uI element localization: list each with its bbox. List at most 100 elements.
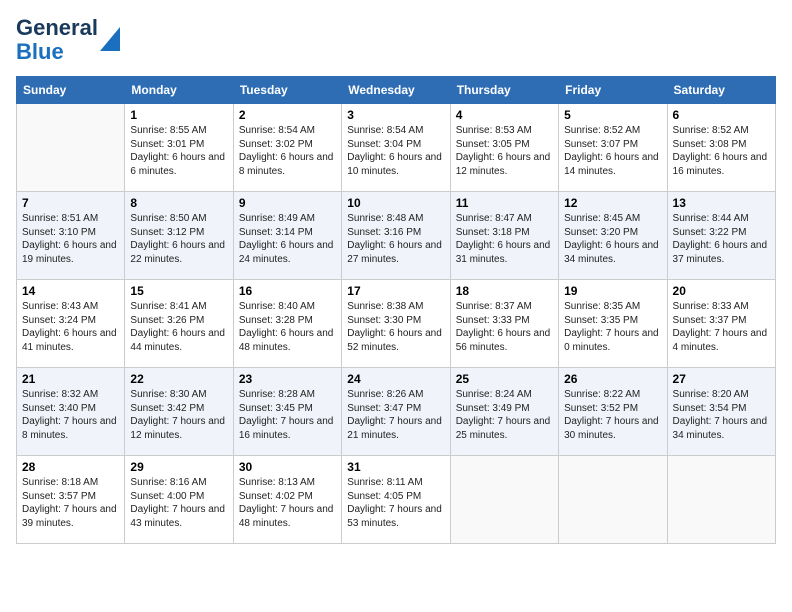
calendar-cell: 10 Sunrise: 8:48 AM Sunset: 3:16 PM Dayl…	[342, 192, 450, 280]
calendar-cell: 13 Sunrise: 8:44 AM Sunset: 3:22 PM Dayl…	[667, 192, 775, 280]
sunrise-label: Sunrise: 8:47 AM	[456, 213, 532, 224]
sunrise-label: Sunrise: 8:16 AM	[130, 477, 206, 488]
daylight-label: Daylight: 7 hours and 12 minutes.	[130, 416, 225, 441]
sunrise-label: Sunrise: 8:32 AM	[22, 389, 98, 400]
calendar-cell: 11 Sunrise: 8:47 AM Sunset: 3:18 PM Dayl…	[450, 192, 558, 280]
sunset-label: Sunset: 3:57 PM	[22, 491, 96, 502]
sunrise-label: Sunrise: 8:30 AM	[130, 389, 206, 400]
calendar-cell: 19 Sunrise: 8:35 AM Sunset: 3:35 PM Dayl…	[559, 280, 667, 368]
calendar-cell: 27 Sunrise: 8:20 AM Sunset: 3:54 PM Dayl…	[667, 368, 775, 456]
calendar-week-row: 21 Sunrise: 8:32 AM Sunset: 3:40 PM Dayl…	[17, 368, 776, 456]
day-info: Sunrise: 8:50 AM Sunset: 3:12 PM Dayligh…	[130, 212, 227, 266]
day-info: Sunrise: 8:18 AM Sunset: 3:57 PM Dayligh…	[22, 476, 119, 530]
calendar-cell: 23 Sunrise: 8:28 AM Sunset: 3:45 PM Dayl…	[233, 368, 341, 456]
sunrise-label: Sunrise: 8:53 AM	[456, 125, 532, 136]
daylight-label: Daylight: 7 hours and 4 minutes.	[673, 328, 768, 353]
calendar-cell: 17 Sunrise: 8:38 AM Sunset: 3:30 PM Dayl…	[342, 280, 450, 368]
day-number: 9	[239, 196, 336, 210]
calendar-cell	[559, 456, 667, 544]
day-info: Sunrise: 8:24 AM Sunset: 3:49 PM Dayligh…	[456, 388, 553, 442]
column-header-sunday: Sunday	[17, 77, 125, 104]
logo: General Blue	[16, 16, 120, 64]
daylight-label: Daylight: 6 hours and 37 minutes.	[673, 240, 768, 265]
logo-arrow-icon	[100, 27, 120, 51]
day-info: Sunrise: 8:41 AM Sunset: 3:26 PM Dayligh…	[130, 300, 227, 354]
calendar-cell: 22 Sunrise: 8:30 AM Sunset: 3:42 PM Dayl…	[125, 368, 233, 456]
calendar-cell: 3 Sunrise: 8:54 AM Sunset: 3:04 PM Dayli…	[342, 104, 450, 192]
sunset-label: Sunset: 3:47 PM	[347, 403, 421, 414]
calendar-week-row: 1 Sunrise: 8:55 AM Sunset: 3:01 PM Dayli…	[17, 104, 776, 192]
day-number: 20	[673, 284, 770, 298]
day-number: 27	[673, 372, 770, 386]
day-number: 4	[456, 108, 553, 122]
daylight-label: Daylight: 7 hours and 43 minutes.	[130, 504, 225, 529]
daylight-label: Daylight: 7 hours and 8 minutes.	[22, 416, 117, 441]
day-info: Sunrise: 8:47 AM Sunset: 3:18 PM Dayligh…	[456, 212, 553, 266]
day-info: Sunrise: 8:32 AM Sunset: 3:40 PM Dayligh…	[22, 388, 119, 442]
day-number: 17	[347, 284, 444, 298]
sunset-label: Sunset: 3:10 PM	[22, 227, 96, 238]
sunrise-label: Sunrise: 8:22 AM	[564, 389, 640, 400]
sunset-label: Sunset: 3:20 PM	[564, 227, 638, 238]
calendar-cell: 29 Sunrise: 8:16 AM Sunset: 4:00 PM Dayl…	[125, 456, 233, 544]
sunrise-label: Sunrise: 8:43 AM	[22, 301, 98, 312]
sunset-label: Sunset: 3:52 PM	[564, 403, 638, 414]
day-info: Sunrise: 8:37 AM Sunset: 3:33 PM Dayligh…	[456, 300, 553, 354]
column-header-monday: Monday	[125, 77, 233, 104]
day-info: Sunrise: 8:26 AM Sunset: 3:47 PM Dayligh…	[347, 388, 444, 442]
sunrise-label: Sunrise: 8:38 AM	[347, 301, 423, 312]
calendar-cell	[450, 456, 558, 544]
calendar-cell	[17, 104, 125, 192]
sunrise-label: Sunrise: 8:54 AM	[347, 125, 423, 136]
day-number: 30	[239, 460, 336, 474]
sunset-label: Sunset: 3:08 PM	[673, 139, 747, 150]
day-info: Sunrise: 8:53 AM Sunset: 3:05 PM Dayligh…	[456, 124, 553, 178]
day-info: Sunrise: 8:45 AM Sunset: 3:20 PM Dayligh…	[564, 212, 661, 266]
day-info: Sunrise: 8:43 AM Sunset: 3:24 PM Dayligh…	[22, 300, 119, 354]
day-info: Sunrise: 8:52 AM Sunset: 3:07 PM Dayligh…	[564, 124, 661, 178]
day-number: 22	[130, 372, 227, 386]
daylight-label: Daylight: 6 hours and 44 minutes.	[130, 328, 225, 353]
calendar-header-row: SundayMondayTuesdayWednesdayThursdayFrid…	[17, 77, 776, 104]
sunset-label: Sunset: 3:49 PM	[456, 403, 530, 414]
daylight-label: Daylight: 6 hours and 56 minutes.	[456, 328, 551, 353]
sunrise-label: Sunrise: 8:48 AM	[347, 213, 423, 224]
calendar-cell: 5 Sunrise: 8:52 AM Sunset: 3:07 PM Dayli…	[559, 104, 667, 192]
calendar-week-row: 28 Sunrise: 8:18 AM Sunset: 3:57 PM Dayl…	[17, 456, 776, 544]
daylight-label: Daylight: 6 hours and 6 minutes.	[130, 152, 225, 177]
sunrise-label: Sunrise: 8:52 AM	[673, 125, 749, 136]
sunset-label: Sunset: 3:02 PM	[239, 139, 313, 150]
sunrise-label: Sunrise: 8:33 AM	[673, 301, 749, 312]
daylight-label: Daylight: 7 hours and 34 minutes.	[673, 416, 768, 441]
daylight-label: Daylight: 6 hours and 34 minutes.	[564, 240, 659, 265]
calendar-table: SundayMondayTuesdayWednesdayThursdayFrid…	[16, 76, 776, 544]
daylight-label: Daylight: 7 hours and 16 minutes.	[239, 416, 334, 441]
daylight-label: Daylight: 7 hours and 48 minutes.	[239, 504, 334, 529]
sunset-label: Sunset: 3:40 PM	[22, 403, 96, 414]
day-info: Sunrise: 8:28 AM Sunset: 3:45 PM Dayligh…	[239, 388, 336, 442]
logo-line2: Blue	[16, 40, 98, 64]
sunset-label: Sunset: 3:07 PM	[564, 139, 638, 150]
calendar-cell: 4 Sunrise: 8:53 AM Sunset: 3:05 PM Dayli…	[450, 104, 558, 192]
calendar-cell	[667, 456, 775, 544]
day-info: Sunrise: 8:52 AM Sunset: 3:08 PM Dayligh…	[673, 124, 770, 178]
sunset-label: Sunset: 3:14 PM	[239, 227, 313, 238]
calendar-cell: 24 Sunrise: 8:26 AM Sunset: 3:47 PM Dayl…	[342, 368, 450, 456]
daylight-label: Daylight: 7 hours and 30 minutes.	[564, 416, 659, 441]
sunset-label: Sunset: 3:33 PM	[456, 315, 530, 326]
sunset-label: Sunset: 3:22 PM	[673, 227, 747, 238]
sunset-label: Sunset: 3:28 PM	[239, 315, 313, 326]
day-number: 16	[239, 284, 336, 298]
day-number: 19	[564, 284, 661, 298]
day-number: 14	[22, 284, 119, 298]
sunrise-label: Sunrise: 8:28 AM	[239, 389, 315, 400]
day-number: 24	[347, 372, 444, 386]
day-info: Sunrise: 8:48 AM Sunset: 3:16 PM Dayligh…	[347, 212, 444, 266]
sunrise-label: Sunrise: 8:26 AM	[347, 389, 423, 400]
calendar-cell: 12 Sunrise: 8:45 AM Sunset: 3:20 PM Dayl…	[559, 192, 667, 280]
sunrise-label: Sunrise: 8:11 AM	[347, 477, 422, 488]
day-number: 6	[673, 108, 770, 122]
sunrise-label: Sunrise: 8:18 AM	[22, 477, 98, 488]
daylight-label: Daylight: 6 hours and 16 minutes.	[673, 152, 768, 177]
sunset-label: Sunset: 3:05 PM	[456, 139, 530, 150]
